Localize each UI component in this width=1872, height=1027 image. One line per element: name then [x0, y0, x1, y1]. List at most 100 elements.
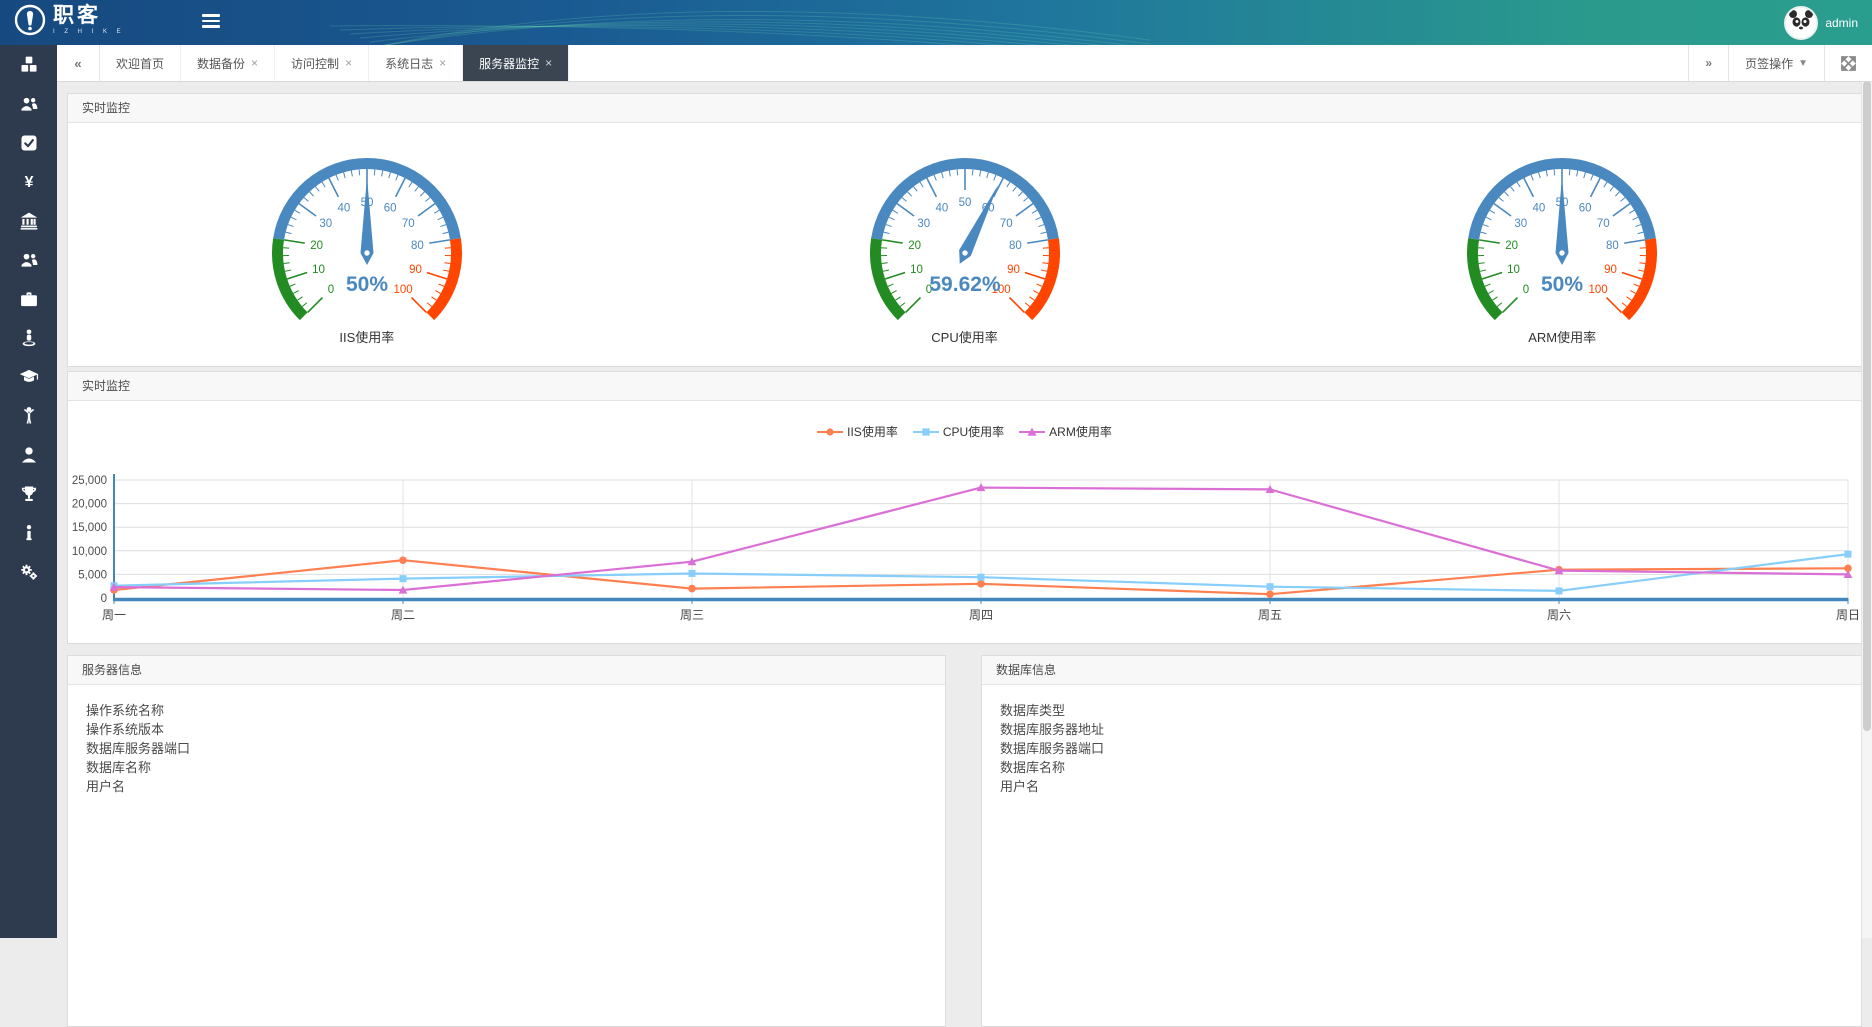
tab-operations-dropdown[interactable]: 页签操作 ▼ — [1728, 45, 1824, 81]
logo-icon — [14, 4, 46, 36]
yen-icon: ¥ — [19, 172, 39, 192]
server-panel-title: 服务器信息 — [68, 656, 945, 685]
cubes-icon — [19, 55, 39, 75]
scrollbar-thumb[interactable] — [1863, 81, 1871, 731]
database-info-item: 用户名 — [1000, 777, 1861, 796]
tabs-scroll-left-button[interactable]: « — [57, 45, 100, 81]
svg-text:周四: 周四 — [969, 608, 993, 622]
user-box[interactable]: admin — [1784, 0, 1858, 45]
legend-marker-icon — [913, 427, 939, 437]
tab-bar: « 欢迎首页数据备份×访问控制×系统日志×服务器监控× » 页签操作 ▼ — [57, 45, 1872, 82]
tab-label: 服务器监控 — [479, 55, 539, 72]
svg-text:40: 40 — [1533, 203, 1546, 215]
gauges-panel-title: 实时监控 — [68, 94, 1861, 123]
svg-text:10: 10 — [1507, 264, 1520, 276]
sidebar-item-11[interactable] — [0, 474, 57, 513]
svg-text:70: 70 — [999, 218, 1012, 230]
sidebar-item-4[interactable] — [0, 201, 57, 240]
usage-line-chart[interactable]: 05,00010,00015,00020,00025,000周一周二周三周四周五… — [68, 449, 1859, 639]
logo-title: 职客 — [53, 5, 125, 26]
sidebar-item-6[interactable] — [0, 279, 57, 318]
main-content: 实时监控 0102030405060708090100 50%IIS使用率010… — [57, 81, 1872, 938]
legend-item-ARM使用率[interactable]: ARM使用率 — [1019, 423, 1112, 440]
tab-访问控制[interactable]: 访问控制× — [275, 45, 369, 81]
sidebar-item-13[interactable] — [0, 552, 57, 591]
child-icon — [19, 406, 39, 426]
gauge-dial: 0102030405060708090100 50% — [1452, 133, 1672, 323]
graduation-cap-icon — [19, 367, 39, 387]
sidebar-item-8[interactable] — [0, 357, 57, 396]
svg-text:周二: 周二 — [391, 608, 415, 622]
tab-close-icon[interactable]: × — [545, 56, 552, 70]
bank-icon — [19, 211, 39, 231]
logo-text: 职客 I Z H I K E — [53, 5, 125, 35]
gauge-IIS使用率[interactable]: 0102030405060708090100 50%IIS使用率 — [68, 123, 666, 366]
sidebar-item-3[interactable]: ¥ — [0, 162, 57, 201]
top-header: 职客 I Z H I K E admin — [0, 0, 1872, 45]
tab-label: 数据备份 — [197, 55, 245, 72]
tab-系统日志[interactable]: 系统日志 × — [369, 45, 463, 81]
cogs-icon — [19, 562, 39, 582]
svg-text:60: 60 — [384, 203, 397, 215]
tabs-container: 欢迎首页数据备份×访问控制×系统日志×服务器监控× — [100, 45, 569, 81]
svg-text:30: 30 — [319, 218, 332, 230]
sidebar-item-12[interactable] — [0, 513, 57, 552]
tab-label: 欢迎首页 — [116, 55, 164, 72]
legend-marker-icon — [1019, 427, 1045, 437]
svg-text:30: 30 — [1515, 218, 1528, 230]
svg-text:¥: ¥ — [24, 174, 33, 191]
sidebar-item-9[interactable] — [0, 396, 57, 435]
svg-text:50: 50 — [958, 197, 971, 209]
svg-text:10: 10 — [910, 264, 923, 276]
tab-close-icon[interactable]: × — [345, 56, 352, 70]
tab-服务器监控[interactable]: 服务器监控 × — [463, 45, 569, 81]
tab-label: 系统日志 — [385, 55, 433, 72]
sidebar-item-7[interactable] — [0, 318, 57, 357]
sidebar-item-5[interactable] — [0, 240, 57, 279]
svg-text:60: 60 — [1579, 203, 1592, 215]
chart-panel-title: 实时监控 — [68, 372, 1861, 401]
tab-close-icon[interactable]: × — [251, 56, 258, 70]
avatar[interactable] — [1784, 6, 1818, 40]
svg-text:5,000: 5,000 — [78, 569, 107, 581]
gauge-dial: 0102030405060708090100 59.62% — [855, 133, 1075, 323]
trophy-icon — [19, 484, 39, 504]
svg-text:10,000: 10,000 — [72, 546, 107, 558]
hamburger-menu-icon[interactable] — [202, 14, 220, 30]
sidebar: ¥ — [0, 45, 57, 938]
server-info-item: 操作系统版本 — [86, 720, 945, 739]
users-icon — [19, 250, 39, 270]
gauges-row: 0102030405060708090100 50%IIS使用率01020304… — [68, 123, 1861, 366]
svg-text:周六: 周六 — [1547, 608, 1571, 622]
svg-text:0: 0 — [328, 284, 334, 296]
tab-欢迎首页[interactable]: 欢迎首页 — [100, 45, 181, 81]
username: admin — [1825, 16, 1858, 30]
expand-arrows-icon — [1841, 56, 1856, 71]
sidebar-item-1[interactable] — [0, 84, 57, 123]
tabs-scroll-right-button[interactable]: » — [1688, 45, 1728, 81]
sidebar-item-0[interactable] — [0, 45, 57, 84]
legend-item-CPU使用率[interactable]: CPU使用率 — [913, 423, 1004, 440]
server-info-item: 数据库服务器端口 — [86, 739, 945, 758]
tab-数据备份[interactable]: 数据备份 × — [181, 45, 275, 81]
database-info-list: 数据库类型数据库服务器地址数据库服务器端口数据库名称用户名 — [982, 685, 1861, 796]
sidebar-item-10[interactable] — [0, 435, 57, 474]
svg-text:40: 40 — [935, 203, 948, 215]
svg-text:10: 10 — [312, 264, 325, 276]
tabbar-right-controls: » 页签操作 ▼ — [1688, 45, 1872, 81]
gauge-ARM使用率[interactable]: 0102030405060708090100 50%ARM使用率 — [1263, 123, 1861, 366]
gauge-CPU使用率[interactable]: 0102030405060708090100 59.62%CPU使用率 — [666, 123, 1264, 366]
database-info-panel: 数据库信息 数据库类型数据库服务器地址数据库服务器端口数据库名称用户名 — [981, 655, 1862, 1027]
svg-text:100: 100 — [393, 284, 412, 296]
sidebar-item-2[interactable] — [0, 123, 57, 162]
vertical-scrollbar[interactable] — [1861, 81, 1872, 938]
fullscreen-button[interactable] — [1824, 45, 1872, 81]
database-panel-title: 数据库信息 — [982, 656, 1861, 685]
legend-item-IIS使用率[interactable]: IIS使用率 — [817, 423, 898, 440]
legend-label: ARM使用率 — [1049, 423, 1112, 440]
app-logo[interactable]: 职客 I Z H I K E — [14, 4, 125, 36]
gauge-needle — [1556, 177, 1569, 265]
server-info-item: 用户名 — [86, 777, 945, 796]
svg-text:20,000: 20,000 — [72, 499, 107, 511]
tab-close-icon[interactable]: × — [439, 56, 446, 70]
